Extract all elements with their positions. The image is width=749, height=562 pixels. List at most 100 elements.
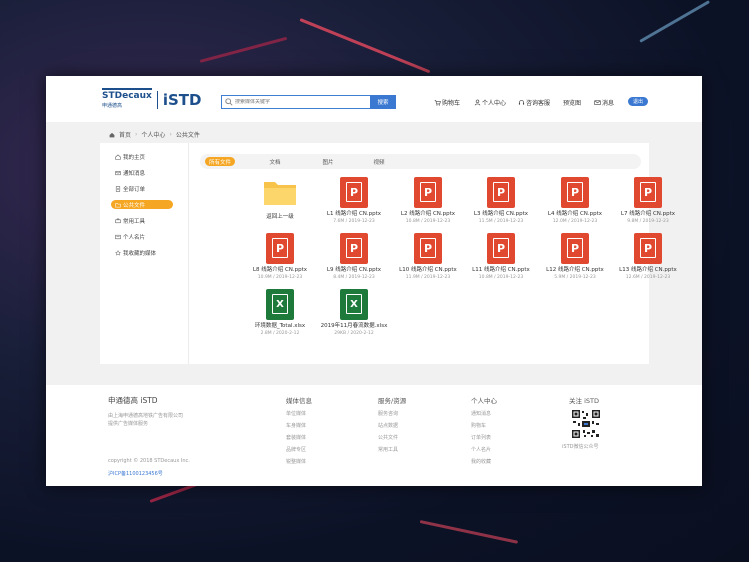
pptx-icon: P — [634, 177, 662, 208]
nav-messages[interactable]: 消息 — [594, 98, 614, 107]
breadcrumb-public-files: 公共文件 — [175, 132, 200, 139]
file-name: 2019年11月春流数据.xlsx — [320, 323, 388, 329]
sidebar-item-business-card[interactable]: 个人名片 — [111, 232, 173, 241]
file-name: 环境数据_Total.xlsx — [254, 323, 306, 329]
nav-personal-center[interactable]: 个人中心 — [474, 98, 506, 107]
footer-link[interactable]: 购物车 — [471, 422, 497, 429]
sidebar-item-favorites[interactable]: 我收藏的媒体 — [111, 248, 173, 257]
file-item[interactable]: P L2 线路介绍 CN.pptx 10.8M / 2019-12-23 — [394, 177, 462, 224]
footer-link[interactable]: 车身媒体 — [286, 422, 312, 429]
search-box — [221, 95, 371, 109]
file-name: L4 线路介绍 CN.pptx — [547, 211, 603, 217]
content-card: 我的主页 通知消息 全部订单 公共文件 常用工具 个人名片 我收藏的媒体 所有文… — [100, 143, 677, 364]
file-item[interactable]: P L1 线路介绍 CN.pptx 7.6M / 2019-12-23 — [320, 177, 388, 224]
nav-preview-label: 预览图 — [563, 100, 582, 107]
logout-button[interactable]: 退出 — [628, 97, 648, 106]
footer-link[interactable]: 通知消息 — [471, 410, 497, 417]
footer-link[interactable]: 常用工具 — [378, 446, 406, 453]
file-item[interactable]: P L12 线路介绍 CN.pptx 5.9M / 2019-12-23 — [541, 233, 609, 280]
sidebar-item-orders[interactable]: 全部订单 — [111, 184, 173, 193]
card-icon — [115, 234, 121, 239]
mail-icon — [115, 170, 121, 175]
footer-link[interactable]: 服务咨询 — [378, 410, 406, 417]
file-name: L3 线路介绍 CN.pptx — [473, 211, 529, 217]
breadcrumb-home[interactable]: 首页 — [119, 130, 131, 139]
footer-link[interactable]: 公共文件 — [378, 434, 406, 441]
file-meta: 10.9M / 2019-12-23 — [257, 275, 303, 280]
file-item[interactable]: X 环境数据_Total.xlsx 2.8M / 2020-2-12 — [246, 289, 314, 336]
file-item[interactable]: P L4 线路介绍 CN.pptx 12.0M / 2019-12-23 — [541, 177, 609, 224]
file-item-folder-up[interactable]: 返回上一级 — [246, 177, 314, 221]
footer-col-personal: 个人中心 通知消息 购物车 订单列表 个人名片 我的收藏 — [471, 395, 497, 470]
file-meta: 8.4M / 2019-12-23 — [333, 275, 375, 280]
file-item[interactable]: P L13 线路介绍 CN.pptx 12.6M / 2019-12-23 — [614, 233, 682, 280]
breadcrumb: 首页 › 个人中心 › 公共文件 — [109, 130, 200, 139]
tab-all-files[interactable]: 所有文件 — [205, 157, 235, 166]
file-item[interactable]: P L8 线路介绍 CN.pptx 10.9M / 2019-12-23 — [246, 233, 314, 280]
file-meta: 10.8M / 2019-12-23 — [478, 275, 524, 280]
file-name: L2 线路介绍 CN.pptx — [400, 211, 456, 217]
tab-images[interactable]: 图片 — [315, 157, 341, 166]
tab-videos[interactable]: 视频 — [366, 157, 392, 166]
stdecaux-logo-sub: 申通德高 — [102, 103, 123, 109]
footer-icp-link[interactable]: 沪ICP备1100123456号 — [108, 470, 163, 477]
file-item[interactable]: P L9 线路介绍 CN.pptx 8.4M / 2019-12-23 — [320, 233, 388, 280]
pptx-icon: P — [340, 233, 368, 264]
nav-cart[interactable]: 购物车 — [434, 98, 460, 107]
nav-customer-service[interactable]: 咨询客服 — [518, 98, 550, 107]
file-meta: 29KB / 2020-2-12 — [334, 331, 374, 336]
footer-link[interactable]: 站点数据 — [378, 422, 406, 429]
sidebar-item-label: 通知消息 — [123, 170, 146, 177]
logo[interactable]: STDecaux 申通德高 iSTD — [102, 88, 201, 111]
file-item[interactable]: P L10 线路介绍 CN.pptx 11.9M / 2019-12-23 — [394, 233, 462, 280]
footer-link[interactable]: 订单列表 — [471, 434, 497, 441]
home-icon — [115, 154, 121, 160]
pptx-icon: P — [340, 177, 368, 208]
file-name: L9 线路介绍 CN.pptx — [326, 267, 382, 273]
footer-link[interactable]: 品牌专区 — [286, 446, 312, 453]
nav-messages-label: 消息 — [602, 100, 615, 107]
xlsx-icon: X — [266, 289, 294, 320]
file-meta: 9.8M / 2019-12-23 — [627, 219, 669, 224]
pptx-icon: P — [634, 233, 662, 264]
file-item[interactable]: P L7 线路介绍 CN.pptx 9.8M / 2019-12-23 — [614, 177, 682, 224]
file-item[interactable]: X 2019年11月春流数据.xlsx 29KB / 2020-2-12 — [320, 289, 388, 336]
footer-link[interactable]: 锐整媒体 — [286, 458, 312, 465]
nav-personal-center-label: 个人中心 — [482, 100, 507, 107]
folder-icon — [115, 202, 121, 207]
footer-brand-desc: 由上海申通德高地铁广告有限公司 — [108, 413, 184, 419]
pptx-icon: P — [414, 233, 442, 264]
nav-preview[interactable]: 预览图 — [563, 98, 581, 107]
tab-documents[interactable]: 文档 — [262, 157, 288, 166]
file-meta: 10.8M / 2019-12-23 — [405, 219, 451, 224]
mail-icon — [594, 100, 601, 105]
footer-link[interactable]: 套装媒体 — [286, 434, 312, 441]
footer-link[interactable]: 我的收藏 — [471, 458, 497, 465]
qr-code-label: iSTD微信公众号 — [562, 444, 599, 450]
footer-brand-title: 申通德高 iSTD — [108, 396, 158, 405]
headset-icon — [518, 100, 525, 105]
sidebar-item-public-files[interactable]: 公共文件 — [111, 200, 173, 209]
search-button[interactable]: 搜索 — [370, 95, 396, 109]
star-icon — [115, 249, 121, 256]
file-name: L12 线路介绍 CN.pptx — [546, 267, 604, 273]
qr-code-icon — [571, 409, 601, 439]
search-input[interactable] — [235, 99, 355, 105]
file-meta: 12.0M / 2019-12-23 — [552, 219, 598, 224]
file-item[interactable]: P L11 线路介绍 CN.pptx 10.8M / 2019-12-23 — [467, 233, 535, 280]
decor-streak — [419, 520, 519, 544]
breadcrumb-personal-center[interactable]: 个人中心 — [141, 130, 165, 139]
sidebar-item-notifications[interactable]: 通知消息 — [111, 168, 173, 177]
sidebar-item-home[interactable]: 我的主页 — [111, 152, 173, 161]
footer-brand-desc: 提供广告媒体服务 — [108, 421, 149, 427]
footer-link[interactable]: 个人名片 — [471, 446, 497, 453]
user-icon — [474, 99, 481, 106]
footer-link[interactable]: 单位媒体 — [286, 410, 312, 417]
decor-streak — [199, 36, 288, 63]
file-item[interactable]: P L3 线路介绍 CN.pptx 11.5M / 2019-12-23 — [467, 177, 535, 224]
file-meta: 7.6M / 2019-12-23 — [333, 219, 375, 224]
sidebar-item-label: 公共文件 — [123, 202, 146, 209]
sidebar-item-label: 我收藏的媒体 — [123, 250, 157, 257]
sidebar-item-tools[interactable]: 常用工具 — [111, 216, 173, 225]
istd-logo: iSTD — [162, 90, 202, 109]
